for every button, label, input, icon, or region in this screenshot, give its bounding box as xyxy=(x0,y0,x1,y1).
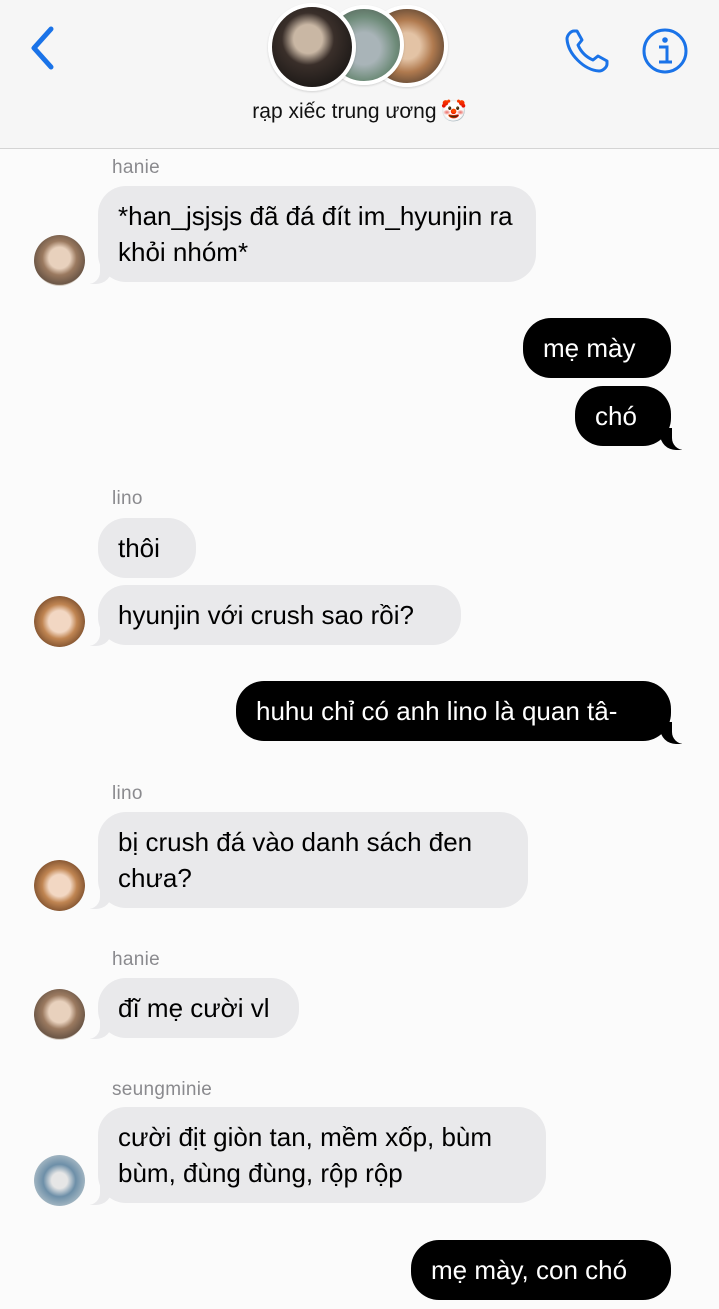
info-icon xyxy=(642,28,688,74)
phone-icon xyxy=(565,29,609,73)
info-button[interactable] xyxy=(641,27,689,75)
sender-name: seungminie xyxy=(112,1079,213,1100)
avatar-lino[interactable] xyxy=(34,596,85,647)
message-bubble[interactable]: cười địt giòn tan, mềm xốp, bùm bùm, đùn… xyxy=(98,1107,546,1203)
avatar-lino[interactable] xyxy=(34,860,85,911)
group-avatars[interactable] xyxy=(268,3,453,91)
group-title-text: rạp xiếc trung ương xyxy=(252,100,437,123)
message-bubble[interactable]: mẹ mày xyxy=(523,318,671,378)
group-title[interactable]: rạp xiếc trung ương 🤡 xyxy=(0,100,719,124)
sender-name: lino xyxy=(112,488,143,509)
group-avatar-1 xyxy=(268,3,356,91)
message-bubble[interactable]: đĩ mẹ cười vl xyxy=(98,978,299,1038)
chat-header: rạp xiếc trung ương 🤡 xyxy=(0,0,719,149)
call-button[interactable] xyxy=(562,26,612,76)
message-bubble[interactable]: thôi xyxy=(98,518,196,578)
avatar-hanie[interactable] xyxy=(34,235,85,286)
message-bubble[interactable]: huhu chỉ có anh lino là quan tâ- xyxy=(236,681,671,741)
back-button[interactable] xyxy=(22,24,62,72)
message-bubble[interactable]: *han_jsjsjs đã đá đít im_hyunjin ra khỏi… xyxy=(98,186,536,282)
message-bubble[interactable]: hyunjin với crush sao rồi? xyxy=(98,585,461,645)
clown-emoji: 🤡 xyxy=(440,100,467,123)
sender-name: lino xyxy=(112,783,143,804)
sender-name: hanie xyxy=(112,949,160,970)
avatar-hanie[interactable] xyxy=(34,989,85,1040)
message-bubble[interactable]: chó xyxy=(575,386,671,446)
message-bubble[interactable]: mẹ mày, con chó xyxy=(411,1240,671,1300)
sender-name: hanie xyxy=(112,157,160,178)
avatar-seungminie[interactable] xyxy=(34,1155,85,1206)
chevron-left-icon xyxy=(31,26,54,70)
message-bubble[interactable]: bị crush đá vào danh sách đen chưa? xyxy=(98,812,528,908)
